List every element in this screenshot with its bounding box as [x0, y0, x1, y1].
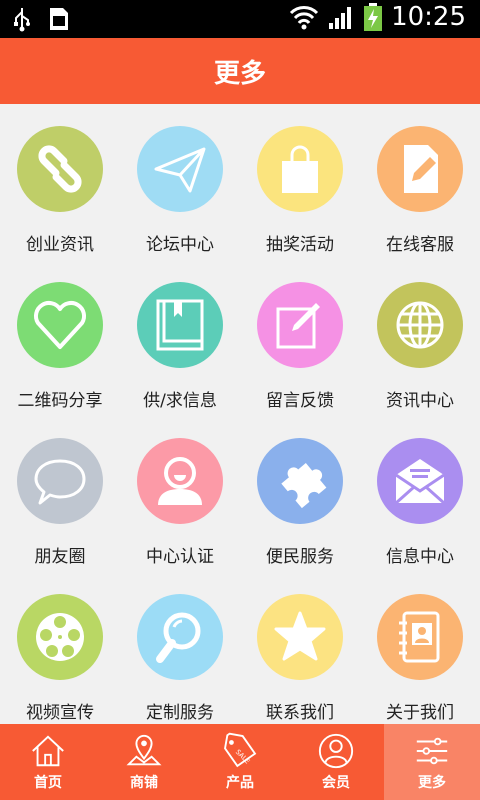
tab-shops[interactable]: 商铺 — [96, 724, 192, 800]
grid-item-label: 视频宣传 — [26, 703, 94, 723]
grid-item-label: 抽奖活动 — [266, 235, 334, 255]
wifi-icon — [289, 6, 319, 30]
grid-item-center-auth[interactable]: 中心认证 — [120, 416, 240, 572]
tab-home[interactable]: 首页 — [0, 724, 96, 800]
map-icon — [126, 734, 162, 766]
grid-item-label: 资讯中心 — [386, 391, 454, 411]
paper-plane-icon — [154, 147, 206, 193]
grid-item-label: 留言反馈 — [266, 391, 334, 411]
grid-item-circle — [17, 594, 103, 680]
film-reel-icon — [36, 613, 84, 661]
grid-item-moments[interactable]: 朋友圈 — [0, 416, 120, 572]
grid-item-circle — [137, 126, 223, 212]
pencil-square-icon — [276, 303, 320, 349]
bottom-tab-bar: 首页 商铺 SALE 产品 会员 更多 — [0, 724, 480, 800]
grid-item-circle — [377, 126, 463, 212]
usb-icon — [14, 8, 30, 32]
grid-item-label: 定制服务 — [146, 703, 214, 723]
speech-bubble-icon — [34, 459, 86, 505]
envelope-icon — [395, 459, 445, 505]
grid-item-circle — [17, 282, 103, 368]
grid-item-circle — [257, 594, 343, 680]
grid-item-label: 中心认证 — [146, 547, 214, 567]
grid-item-circle — [257, 438, 343, 524]
tab-label: 首页 — [34, 775, 62, 791]
star-icon — [274, 611, 326, 661]
document-edit-icon — [404, 145, 438, 193]
battery-charging-icon — [364, 3, 383, 31]
app-header: 更多 — [0, 38, 480, 104]
tab-products[interactable]: SALE 产品 — [192, 724, 288, 800]
grid-item-label: 联系我们 — [266, 703, 334, 723]
grid-item-lottery[interactable]: 抽奖活动 — [240, 104, 360, 260]
globe-icon — [396, 301, 444, 349]
home-icon — [32, 735, 64, 767]
feature-grid: 创业资讯 论坛中心 抽奖活动 在线客服 二维码分享 供/求信息 留言反馈 资讯中… — [0, 104, 480, 724]
status-bar: 10:25 — [0, 0, 480, 38]
grid-item-forum[interactable]: 论坛中心 — [120, 104, 240, 260]
grid-item-circle — [377, 282, 463, 368]
grid-item-convenience[interactable]: 便民服务 — [240, 416, 360, 572]
tab-label: 产品 — [226, 775, 254, 791]
grid-item-qr-share[interactable]: 二维码分享 — [0, 260, 120, 416]
grid-item-label: 供/求信息 — [143, 391, 217, 411]
grid-item-circle — [137, 438, 223, 524]
grid-item-label: 二维码分享 — [17, 391, 103, 411]
grid-item-news-center[interactable]: 资讯中心 — [360, 260, 480, 416]
grid-item-label: 在线客服 — [386, 235, 454, 255]
shopping-bag-icon — [282, 145, 318, 193]
grid-item-feedback[interactable]: 留言反馈 — [240, 260, 360, 416]
page-title: 更多 — [213, 58, 266, 89]
grid-item-circle — [17, 126, 103, 212]
member-icon — [318, 733, 354, 769]
contact-book-icon — [399, 611, 440, 663]
grid-item-message-center[interactable]: 信息中心 — [360, 416, 480, 572]
grid-item-about-us[interactable]: 关于我们 — [360, 572, 480, 728]
user-icon — [158, 457, 202, 505]
sim-card-icon — [50, 8, 68, 30]
settings-sliders-icon — [416, 737, 448, 765]
grid-item-circle — [257, 126, 343, 212]
grid-item-circle — [257, 282, 343, 368]
grid-item-label: 便民服务 — [266, 547, 334, 567]
tab-label: 商铺 — [130, 775, 158, 791]
grid-item-supply-demand[interactable]: 供/求信息 — [120, 260, 240, 416]
link-icon — [38, 145, 82, 193]
sale-tag-icon: SALE — [224, 732, 257, 768]
book-icon — [156, 299, 204, 351]
tab-label: 更多 — [418, 775, 446, 791]
grid-item-circle — [377, 594, 463, 680]
heart-icon — [34, 301, 86, 349]
grid-item-label: 创业资讯 — [26, 235, 94, 255]
signal-icon — [329, 7, 352, 29]
grid-item-label: 论坛中心 — [146, 235, 214, 255]
grid-item-circle — [137, 594, 223, 680]
tab-more[interactable]: 更多 — [384, 724, 480, 800]
grid-item-label: 关于我们 — [386, 703, 454, 723]
grid-item-circle — [137, 282, 223, 368]
grid-item-custom-service[interactable]: 定制服务 — [120, 572, 240, 728]
tab-label: 会员 — [322, 775, 350, 791]
grid-item-circle — [17, 438, 103, 524]
clock: 10:25 — [391, 2, 466, 32]
puzzle-icon — [281, 463, 327, 509]
tab-members[interactable]: 会员 — [288, 724, 384, 800]
grid-item-startup-news[interactable]: 创业资讯 — [0, 104, 120, 260]
grid-item-online-service[interactable]: 在线客服 — [360, 104, 480, 260]
grid-item-label: 朋友圈 — [34, 547, 86, 567]
grid-item-circle — [377, 438, 463, 524]
grid-item-video[interactable]: 视频宣传 — [0, 572, 120, 728]
magnifier-icon — [156, 612, 201, 663]
grid-item-label: 信息中心 — [386, 547, 454, 567]
grid-item-contact-us[interactable]: 联系我们 — [240, 572, 360, 728]
